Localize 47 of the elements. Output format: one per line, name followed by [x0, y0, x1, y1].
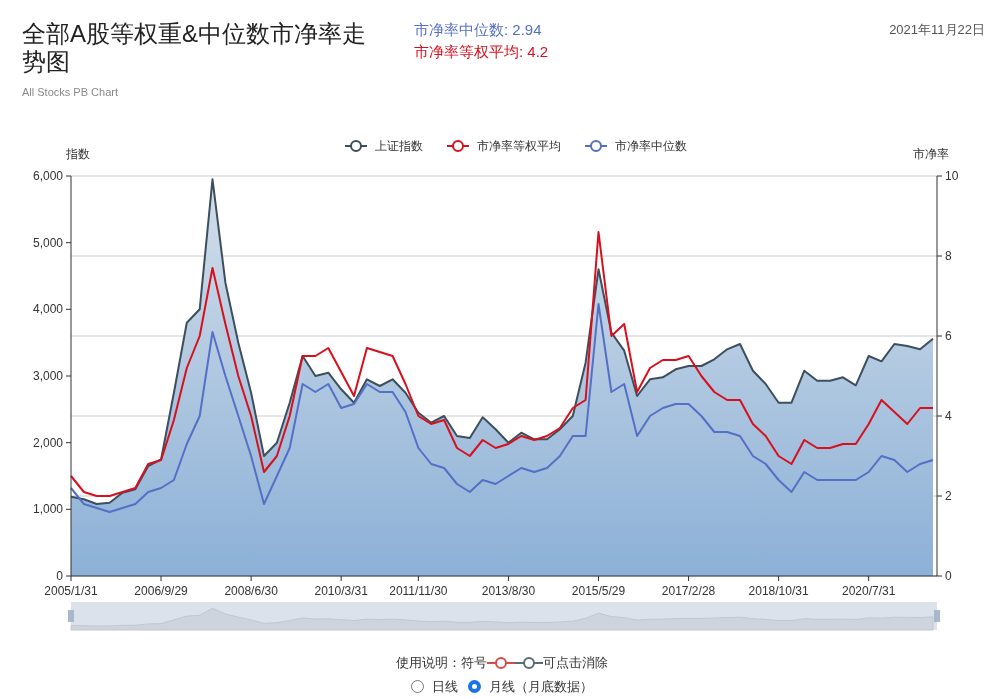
- axis-tick-label: 2: [945, 489, 952, 503]
- axis-tick-label: 10: [945, 169, 959, 183]
- legend-marker-icon: [344, 140, 368, 152]
- axis-tick-label: 3,000: [32, 369, 63, 383]
- axis-tick-label: 2008/6/30: [224, 584, 278, 598]
- axis-tick-label: 0: [945, 569, 952, 583]
- legend-marker-icon: [486, 655, 515, 670]
- axis-title: 市净率: [913, 147, 949, 161]
- axis-tick-label: 2011/11/30: [389, 584, 448, 598]
- legend-marker-icon: [584, 140, 608, 152]
- legend-label[interactable]: 市净率中位数: [615, 140, 687, 153]
- axis-tick-label: 8: [945, 249, 952, 263]
- date-text: 2021年11月22日: [889, 21, 985, 39]
- axis-tick-label: 2005/1/31: [44, 584, 98, 598]
- axis-tick-label: 1,000: [32, 502, 63, 517]
- slider-handle[interactable]: [934, 610, 940, 622]
- axis-tick-label: 5,000: [32, 235, 63, 250]
- slider-handle[interactable]: [68, 610, 74, 622]
- axis-tick-label: 0: [56, 569, 63, 583]
- axis-tick-label: 2,000: [32, 435, 63, 450]
- instructions-text: 使用说明：符号: [395, 654, 487, 672]
- legend-marker-icon: [514, 655, 543, 670]
- chart-title: 全部A股等权重&中位数市净率走势图: [22, 20, 367, 76]
- instructions-text: 可点击消除: [542, 654, 608, 672]
- axis-tick-label: 6,000: [32, 169, 63, 183]
- stat-text: 市净率等权平均: 4.2: [414, 42, 549, 62]
- axis-title: 指数: [66, 147, 90, 161]
- axis-tick-label: 4: [945, 409, 952, 423]
- radio-button[interactable]: [410, 679, 424, 693]
- chart-subtitle: All Stocks PB Chart: [22, 85, 119, 100]
- axis-tick-label: 2020/7/31: [842, 584, 896, 598]
- axis-tick-label: 4,000: [32, 302, 63, 317]
- axis-tick-label: 2013/8/30: [481, 584, 536, 598]
- axis-tick-label: 2006/9/29: [134, 584, 188, 598]
- stat-text: 市净率中位数: 2.94: [414, 20, 543, 40]
- axis-tick-label: 2015/5/29: [571, 584, 626, 598]
- radio-label[interactable]: 月线（月底数据）: [488, 676, 593, 696]
- legend-marker-icon: [446, 140, 470, 152]
- zoom-slider[interactable]: [70, 602, 937, 631]
- axis-tick-label: 6: [945, 329, 952, 343]
- axis-tick-label: 2017/2/28: [661, 584, 716, 598]
- radio-label[interactable]: 日线: [431, 676, 458, 696]
- legend-label[interactable]: 上证指数: [375, 140, 423, 153]
- axis-tick-label: 2018/10/31: [748, 584, 809, 598]
- axis-tick-label: 2010/3/31: [314, 584, 368, 598]
- legend-label[interactable]: 市净率等权平均: [477, 140, 561, 153]
- radio-button[interactable]: [467, 679, 481, 693]
